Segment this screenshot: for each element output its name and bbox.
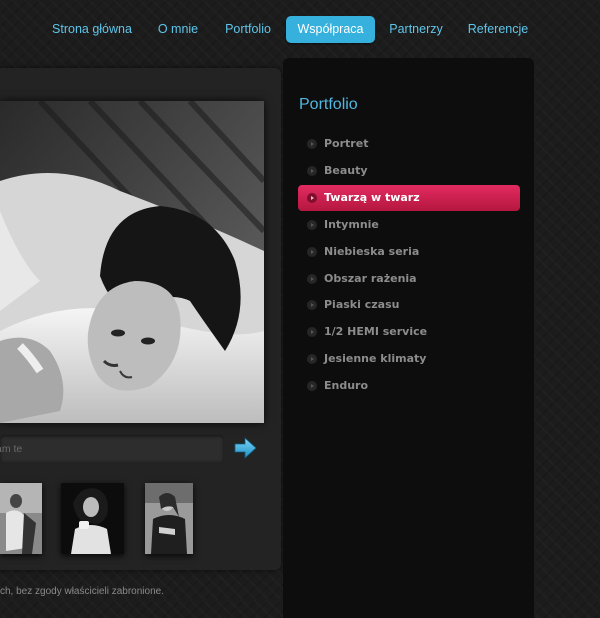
sidebar-item-label: Obszar rażenia bbox=[324, 272, 417, 285]
thumbnail-2[interactable] bbox=[61, 483, 124, 554]
bullet-icon bbox=[307, 354, 317, 364]
sidebar-item-label: Intymnie bbox=[324, 218, 379, 231]
nav-item-references[interactable]: Referencje bbox=[462, 16, 534, 43]
thumbnail-portrait-2-image bbox=[61, 483, 124, 554]
bullet-icon bbox=[307, 247, 317, 257]
thumbnail-portrait-3-image bbox=[145, 483, 193, 554]
sidebar-item-label: 1/2 HEMI service bbox=[324, 325, 428, 338]
bullet-icon bbox=[307, 220, 317, 230]
thumbnail-1[interactable] bbox=[0, 483, 42, 554]
comment-box bbox=[0, 435, 224, 462]
sidebar-item-label: Twarzą w twarz bbox=[324, 191, 420, 204]
sidebar-item-obszar-razenia[interactable]: Obszar rażenia bbox=[298, 266, 520, 292]
nav-item-about[interactable]: O mnie bbox=[150, 16, 206, 43]
comment-input[interactable] bbox=[0, 435, 216, 462]
sidebar-item-piaski-czasu[interactable]: Piaski czasu bbox=[298, 292, 520, 318]
sidebar-item-jesienne-klimaty[interactable]: Jesienne klimaty bbox=[298, 346, 520, 372]
sidebar-item-enduro[interactable]: Enduro bbox=[298, 373, 520, 399]
main-photo[interactable] bbox=[0, 101, 264, 423]
sidebar-item-hemi-service[interactable]: 1/2 HEMI service bbox=[298, 319, 520, 345]
sidebar-item-label: Portret bbox=[324, 137, 369, 150]
bullet-icon bbox=[307, 193, 317, 203]
sidebar-item-portret[interactable]: Portret bbox=[298, 131, 520, 157]
submit-button[interactable] bbox=[233, 436, 257, 460]
sidebar-item-intymnie[interactable]: Intymnie bbox=[298, 212, 520, 238]
sidebar-item-label: Enduro bbox=[324, 379, 369, 392]
sidebar-item-niebieska-seria[interactable]: Niebieska seria bbox=[298, 239, 520, 265]
sidebar-item-beauty[interactable]: Beauty bbox=[298, 158, 520, 184]
thumbnail-portrait-1-image bbox=[0, 483, 42, 554]
sidebar-item-label: Jesienne klimaty bbox=[324, 352, 427, 365]
sidebar-item-twarza-w-twarz[interactable]: Twarzą w twarz bbox=[298, 185, 520, 211]
bullet-icon bbox=[307, 139, 317, 149]
nav-item-portfolio[interactable]: Portfolio bbox=[218, 16, 278, 43]
bullet-icon bbox=[307, 327, 317, 337]
arrow-right-icon bbox=[234, 437, 257, 459]
top-navigation: Strona główna O mnie Portfolio Współprac… bbox=[0, 16, 600, 44]
nav-item-partners[interactable]: Partnerzy bbox=[384, 16, 448, 43]
copyright-footer: ch, bez zgody właścicieli zabronione. bbox=[0, 586, 164, 597]
sidebar-title: Portfolio bbox=[299, 96, 358, 113]
bullet-icon bbox=[307, 274, 317, 284]
nav-item-home[interactable]: Strona główna bbox=[44, 16, 140, 43]
bullet-icon bbox=[307, 381, 317, 391]
nav-item-cooperation[interactable]: Współpraca bbox=[286, 16, 375, 43]
thumbnail-3[interactable] bbox=[145, 483, 193, 554]
sidebar-item-label: Piaski czasu bbox=[324, 298, 400, 311]
bullet-icon bbox=[307, 300, 317, 310]
sidebar-item-label: Beauty bbox=[324, 164, 368, 177]
portrait-photo-image bbox=[0, 101, 264, 423]
sidebar-item-label: Niebieska seria bbox=[324, 245, 420, 258]
bullet-icon bbox=[307, 166, 317, 176]
